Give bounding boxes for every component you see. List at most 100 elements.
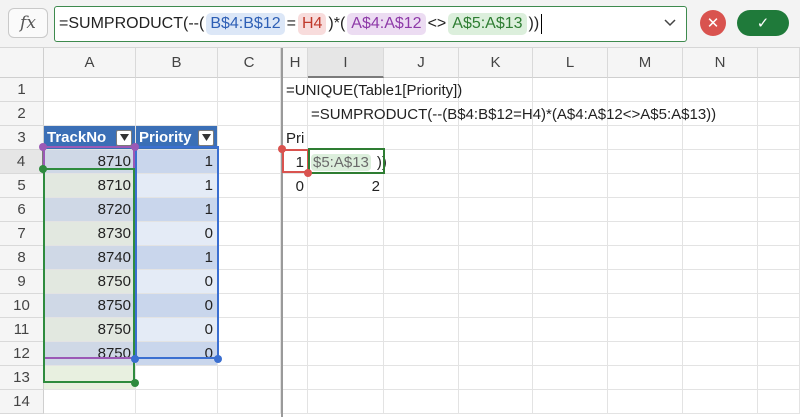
grid-cell[interactable] — [218, 174, 281, 198]
range-handle[interactable] — [131, 379, 139, 387]
range-handle[interactable] — [39, 143, 47, 151]
table-cell-trackno[interactable]: 8720 — [44, 198, 136, 222]
grid-cell[interactable] — [533, 246, 608, 270]
grid-cell[interactable] — [218, 126, 281, 150]
grid-cell[interactable] — [683, 270, 758, 294]
grid-cell[interactable] — [136, 390, 218, 414]
grid-cell[interactable] — [533, 366, 608, 390]
grid-cell[interactable] — [384, 174, 459, 198]
cell-i5[interactable]: 2 — [308, 174, 384, 198]
grid-cell[interactable] — [758, 198, 800, 222]
grid-cell[interactable] — [283, 294, 308, 318]
filter-dropdown-icon[interactable] — [116, 129, 132, 146]
grid-cell[interactable] — [459, 366, 533, 390]
grid-cell[interactable] — [136, 366, 218, 390]
grid-cell[interactable] — [533, 198, 608, 222]
confirm-button[interactable]: ✓ — [737, 10, 789, 36]
grid-cell[interactable] — [683, 318, 758, 342]
grid-cell-a13[interactable] — [44, 366, 136, 390]
grid-cell[interactable] — [758, 270, 800, 294]
row-header-8[interactable]: 8 — [0, 246, 44, 270]
table-cell-trackno[interactable]: 8750 — [44, 342, 136, 366]
grid-cell[interactable] — [283, 246, 308, 270]
row-header-11[interactable]: 11 — [0, 318, 44, 342]
grid-cell[interactable] — [683, 150, 758, 174]
grid-cell[interactable] — [608, 78, 683, 102]
grid-cell[interactable] — [533, 342, 608, 366]
grid-cell[interactable] — [218, 198, 281, 222]
grid-cell[interactable] — [283, 390, 308, 414]
column-header-a[interactable]: A — [44, 48, 136, 78]
grid-cell[interactable] — [758, 126, 800, 150]
grid-cell[interactable] — [459, 222, 533, 246]
function-icon[interactable]: fx — [8, 8, 48, 38]
grid-cell[interactable] — [283, 102, 308, 126]
grid-cell[interactable] — [384, 270, 459, 294]
column-header-j[interactable]: J — [384, 48, 459, 78]
column-header-l[interactable]: L — [533, 48, 608, 78]
filter-dropdown-icon[interactable] — [198, 129, 214, 146]
range-handle[interactable] — [278, 145, 286, 153]
grid-cell[interactable] — [533, 126, 608, 150]
select-all-corner[interactable] — [0, 48, 44, 78]
grid-cell[interactable] — [308, 318, 384, 342]
grid-cell[interactable] — [608, 126, 683, 150]
grid-cell[interactable] — [44, 78, 136, 102]
grid-cell[interactable] — [384, 150, 459, 174]
formula-input[interactable]: =SUMPRODUCT(--(B$4:B$12 = H4)*(A$4:A$12 <> A… — [54, 6, 687, 42]
grid-cell[interactable] — [218, 150, 281, 174]
grid-cell[interactable] — [758, 390, 800, 414]
grid-cell[interactable] — [218, 318, 281, 342]
grid-cell[interactable] — [308, 390, 384, 414]
grid-cell[interactable] — [683, 78, 758, 102]
grid-cell[interactable] — [683, 198, 758, 222]
column-header-b[interactable]: B — [136, 48, 218, 78]
grid-cell[interactable] — [308, 366, 384, 390]
grid-cell[interactable] — [308, 222, 384, 246]
grid-cell[interactable] — [608, 318, 683, 342]
grid-cell[interactable] — [308, 198, 384, 222]
table-cell-priority[interactable]: 1 — [136, 198, 218, 222]
grid-cell[interactable] — [459, 318, 533, 342]
grid-cell[interactable] — [608, 366, 683, 390]
table-cell-trackno[interactable]: 8710 — [44, 150, 136, 174]
grid-cell[interactable] — [608, 246, 683, 270]
grid-cell[interactable] — [218, 342, 281, 366]
cell-i4-editing[interactable]: $5:A$13 )) — [308, 150, 387, 174]
grid-cell[interactable] — [608, 270, 683, 294]
row-header-14[interactable]: 14 — [0, 390, 44, 414]
grid-cell[interactable] — [308, 246, 384, 270]
table-header-priority[interactable]: Priority — [136, 126, 218, 150]
grid-cell[interactable] — [283, 318, 308, 342]
grid-cell[interactable] — [758, 318, 800, 342]
table-cell-trackno[interactable]: 8730 — [44, 222, 136, 246]
grid-cell[interactable] — [608, 150, 683, 174]
range-handle[interactable] — [131, 355, 139, 363]
grid-cell[interactable] — [308, 270, 384, 294]
table-cell-trackno[interactable]: 8750 — [44, 318, 136, 342]
grid-cell[interactable] — [533, 318, 608, 342]
grid-cell[interactable] — [533, 222, 608, 246]
cell-h1-formula[interactable]: =UNIQUE(Table1[Priority]) — [283, 78, 583, 102]
row-header-13[interactable]: 13 — [0, 366, 44, 390]
grid-cell[interactable] — [136, 78, 218, 102]
grid-cell[interactable] — [218, 366, 281, 390]
grid-cell[interactable] — [683, 126, 758, 150]
grid-cell[interactable] — [218, 270, 281, 294]
grid-cell[interactable] — [218, 102, 281, 126]
grid-cell[interactable] — [758, 246, 800, 270]
table-cell-priority[interactable]: 0 — [136, 318, 218, 342]
grid-cell[interactable] — [308, 294, 384, 318]
column-header-i[interactable]: I — [308, 48, 384, 78]
cell-h3[interactable]: Pri — [283, 126, 308, 150]
grid-cell[interactable] — [384, 198, 459, 222]
table-cell-priority[interactable]: 1 — [136, 150, 218, 174]
cancel-button[interactable]: ✕ — [700, 10, 726, 36]
grid-cell[interactable] — [384, 222, 459, 246]
grid-cell[interactable] — [218, 222, 281, 246]
grid-cell[interactable] — [533, 270, 608, 294]
grid-cell[interactable] — [459, 390, 533, 414]
grid-cell[interactable] — [683, 294, 758, 318]
column-header-extra[interactable] — [758, 48, 800, 78]
grid-cell[interactable] — [283, 366, 308, 390]
